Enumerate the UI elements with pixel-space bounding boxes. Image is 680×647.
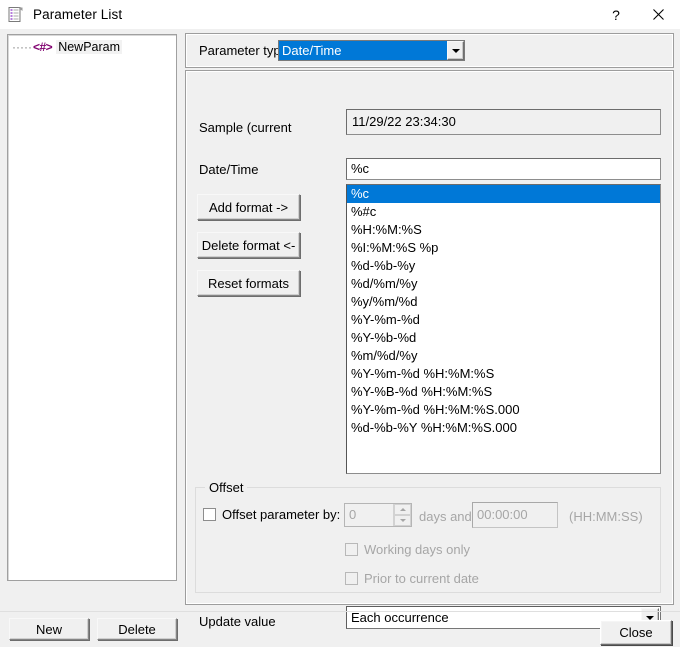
format-list-item[interactable]: %#c (347, 203, 660, 221)
offset-group-label: Offset (205, 480, 248, 495)
format-list-item[interactable]: %y/%m/%d (347, 293, 660, 311)
prior-to-current-date-checkbox[interactable]: Prior to current date (345, 571, 479, 586)
offset-parameter-checkbox[interactable]: Offset parameter by: (203, 507, 340, 522)
prior-to-current-date-label: Prior to current date (364, 571, 479, 586)
offset-time-input[interactable]: 00:00:00 (472, 502, 558, 528)
offset-days-value: 0 (349, 507, 357, 522)
format-list-item[interactable]: %Y-%m-%d (347, 311, 660, 329)
parameter-marker-icon: <#> (32, 39, 53, 54)
window-title: Parameter List (33, 7, 123, 22)
checkbox-box-icon (345, 543, 358, 556)
dialog-body: ····· <#> NewParam New Delete Parameter … (0, 29, 680, 647)
parameter-list-icon (7, 6, 25, 24)
format-list-item[interactable]: %Y-%B-%d %H:%M:%S (347, 383, 660, 401)
update-value-label: Update value (199, 614, 276, 629)
window-titlebar: Parameter List ? (0, 0, 680, 29)
format-list-item[interactable]: %d-%b-%Y %H:%M:%S.000 (347, 419, 660, 437)
checkbox-box-icon (203, 508, 216, 521)
footer-divider (0, 611, 680, 612)
help-button[interactable]: ? (596, 0, 636, 29)
offset-parameter-label: Offset parameter by: (222, 507, 341, 522)
stepper-arrows[interactable] (393, 504, 411, 526)
format-list-item[interactable]: %Y-%m-%d %H:%M:%S (347, 365, 660, 383)
format-list-item[interactable]: %I:%M:%S %p (347, 239, 660, 257)
reset-formats-button[interactable]: Reset formats (197, 270, 300, 296)
delete-parameter-button[interactable]: Delete (97, 618, 177, 640)
tree-connector: ····· (12, 39, 32, 54)
offset-time-hint: (HH:MM:SS) (569, 509, 643, 524)
delete-format-button[interactable]: Delete format <- (197, 232, 300, 258)
parameter-type-value: Date/Time (279, 41, 447, 60)
parameter-tree[interactable]: ····· <#> NewParam (7, 34, 177, 581)
format-list-item[interactable]: %m/%d/%y (347, 347, 660, 365)
format-list-item[interactable]: %Y-%m-%d %H:%M:%S.000 (347, 401, 660, 419)
chevron-down-icon[interactable] (447, 41, 464, 60)
add-format-button[interactable]: Add format -> (197, 194, 300, 220)
sample-label: Sample (current (199, 120, 292, 135)
close-icon[interactable] (636, 0, 680, 29)
datetime-label: Date/Time (199, 162, 259, 177)
new-parameter-button[interactable]: New (9, 618, 89, 640)
close-button[interactable]: Close (600, 620, 672, 645)
working-days-only-checkbox[interactable]: Working days only (345, 542, 470, 557)
stepper-up-icon[interactable] (394, 504, 411, 515)
parameter-type-panel: Parameter type: Date/Time (185, 33, 674, 68)
offset-days-stepper[interactable]: 0 (344, 503, 412, 527)
format-list-item[interactable]: %Y-%b-%d (347, 329, 660, 347)
format-list-item[interactable]: %c (347, 185, 660, 203)
sample-value-field: 11/29/22 23:34:30 (346, 109, 661, 135)
format-list-item[interactable]: %d/%m/%y (347, 275, 660, 293)
datetime-format-input[interactable]: %c (346, 158, 661, 180)
format-list-item[interactable]: %d-%b-%y (347, 257, 660, 275)
offset-days-label: days and (419, 509, 472, 524)
tree-node-newparam[interactable]: ····· <#> NewParam (8, 38, 176, 55)
format-listbox[interactable]: %c %#c %H:%M:%S %I:%M:%S %p %d-%b-%y %d/%m/%y… (346, 184, 661, 474)
parameter-type-select[interactable]: Date/Time (278, 40, 465, 61)
parameter-details-panel: Sample (current 11/29/22 23:34:30 Date/T… (185, 70, 674, 629)
tree-node-label: NewParam (56, 39, 123, 54)
checkbox-box-icon (345, 572, 358, 585)
format-list-item[interactable]: %H:%M:%S (347, 221, 660, 239)
working-days-only-label: Working days only (364, 542, 470, 557)
stepper-down-icon[interactable] (394, 515, 411, 526)
